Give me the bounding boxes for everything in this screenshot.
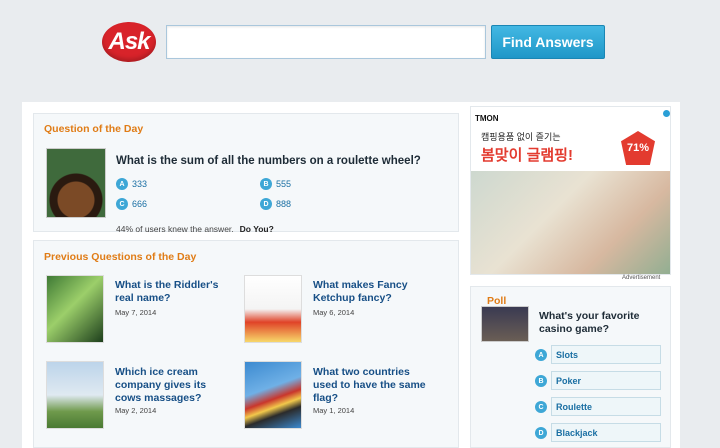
cow-image[interactable]: [46, 361, 104, 429]
riddler-image[interactable]: [46, 275, 104, 343]
letter-badge: C: [116, 198, 128, 210]
main-content: Question of the Day What is the sum of a…: [22, 102, 680, 448]
letter-badge: C: [535, 401, 547, 413]
poll-panel: Poll What's your favorite casino game? A…: [470, 286, 671, 448]
discount-badge: 71%: [621, 131, 655, 165]
previous-question-date: May 6, 2014: [313, 308, 355, 317]
ad-headline: 봄맞이 글램핑!: [481, 147, 573, 164]
poll-question: What's your favorite casino game?: [539, 310, 640, 335]
ad-brand: TMON: [475, 114, 499, 123]
qotd-question[interactable]: What is the sum of all the numbers on a …: [116, 155, 421, 167]
title-line: Which ice cream: [115, 366, 198, 378]
answer-option-d[interactable]: D 888: [260, 198, 291, 210]
title-line: What makes Fancy: [313, 279, 408, 291]
title-line: company gives its: [115, 379, 207, 391]
ask-logo[interactable]: Ask: [102, 22, 156, 62]
previous-question-title[interactable]: What is the Riddler's real name?: [115, 279, 235, 305]
advertisement[interactable]: TMON 캠핑용품 없이 즐기는 봄맞이 글램핑! 71%: [470, 106, 671, 275]
answer-option-c[interactable]: C 666: [116, 198, 147, 210]
answer-stat: 44% of users knew the answer. Do You?: [116, 224, 274, 234]
poll-option-slots[interactable]: Slots: [551, 345, 661, 364]
previous-question-date: May 7, 2014: [115, 308, 157, 317]
ad-subtitle: 캠핑용품 없이 즐기는: [481, 132, 561, 142]
do-you-link[interactable]: Do You?: [240, 224, 274, 234]
answer-text: 666: [132, 199, 148, 209]
ad-banner-header: TMON 캠핑용품 없이 즐기는 봄맞이 글램핑! 71%: [471, 107, 670, 171]
answer-option-a[interactable]: A 333: [116, 178, 147, 190]
roulette-image: [46, 148, 106, 218]
previous-question-title[interactable]: Which ice cream company gives its cows m…: [115, 366, 235, 405]
poll-option-roulette[interactable]: Roulette: [551, 397, 661, 416]
poll-option-poker[interactable]: Poker: [551, 371, 661, 390]
title-line: cows massages?: [115, 392, 202, 404]
find-answers-button[interactable]: Find Answers: [491, 25, 605, 59]
previous-question-title[interactable]: What two countries used to have the same…: [313, 366, 438, 405]
letter-badge: A: [116, 178, 128, 190]
title-line: What is the Riddler's: [115, 279, 219, 291]
previous-questions-panel: Previous Questions of the Day What is th…: [33, 240, 459, 448]
title-line: used to have the same: [313, 379, 426, 391]
poll-option-blackjack[interactable]: Blackjack: [551, 423, 661, 442]
answer-text: 888: [276, 199, 292, 209]
letter-badge: A: [535, 349, 547, 361]
letter-badge: B: [260, 178, 272, 190]
advertisement-label: Advertisement: [622, 275, 661, 281]
search-input[interactable]: [166, 25, 486, 59]
previous-question-title[interactable]: What makes Fancy Ketchup fancy?: [313, 279, 433, 305]
letter-badge: B: [535, 375, 547, 387]
slot-machine-image: [481, 306, 529, 342]
previous-question-date: May 2, 2014: [115, 406, 157, 415]
flags-image[interactable]: [244, 361, 302, 429]
answer-option-b[interactable]: B 555: [260, 178, 291, 190]
title-line: flag?: [313, 392, 339, 404]
stat-text: 44% of users knew the answer.: [116, 224, 234, 234]
panel-title: Previous Questions of the Day: [44, 251, 197, 263]
question-of-the-day-panel: Question of the Day What is the sum of a…: [33, 113, 459, 234]
answer-text: 555: [276, 179, 292, 189]
panel-title: Question of the Day: [44, 123, 144, 135]
previous-question-date: May 1, 2014: [313, 406, 355, 415]
adchoices-icon[interactable]: [663, 110, 670, 117]
ketchup-image[interactable]: [244, 275, 302, 343]
header: Ask Find Answers: [0, 0, 720, 100]
letter-badge: D: [260, 198, 272, 210]
letter-badge: D: [535, 427, 547, 439]
title-line: Ketchup fancy?: [313, 292, 392, 304]
title-line: What two countries: [313, 366, 410, 378]
ad-photo: [471, 171, 670, 274]
title-line: real name?: [115, 292, 171, 304]
answer-text: 333: [132, 179, 148, 189]
